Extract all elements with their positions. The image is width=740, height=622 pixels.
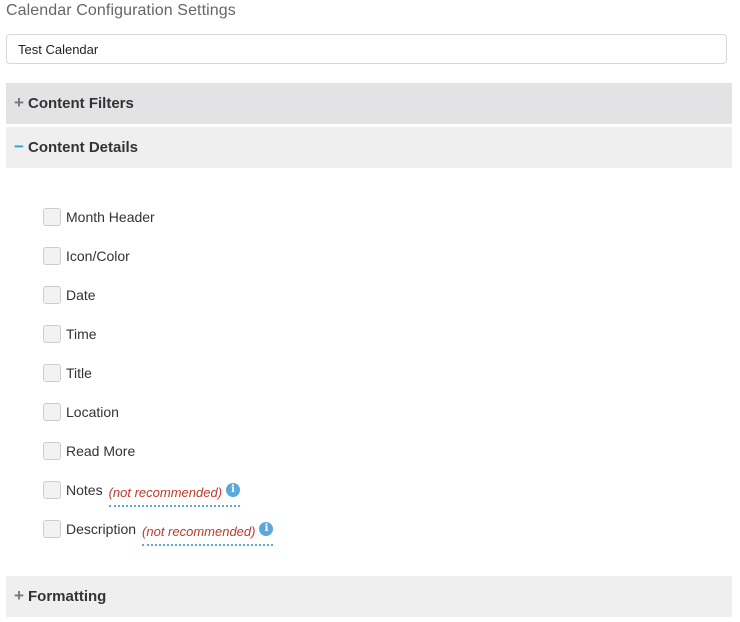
option-label: Date xyxy=(66,287,96,303)
title-checkbox[interactable] xyxy=(43,364,61,382)
icon-color-checkbox[interactable] xyxy=(43,247,61,265)
option-label: Read More xyxy=(66,443,136,459)
option-month-header: Month Header xyxy=(43,207,155,227)
section-content-filters-label: Content Filters xyxy=(28,95,134,112)
section-content-details-label: Content Details xyxy=(28,139,139,156)
plus-icon: + xyxy=(14,586,24,605)
option-description: Description (not recommended) i xyxy=(43,519,274,546)
location-checkbox[interactable] xyxy=(43,403,61,421)
month-header-checkbox[interactable] xyxy=(43,208,61,226)
not-recommended-hint[interactable]: (not recommended) i xyxy=(108,482,241,507)
option-time: Time xyxy=(43,324,97,344)
option-title: Title xyxy=(43,363,92,383)
option-read-more: Read More xyxy=(43,441,135,461)
calendar-name-input[interactable] xyxy=(6,34,727,64)
option-label: Icon/Color xyxy=(66,248,130,264)
minus-icon: − xyxy=(14,137,24,156)
option-label: Title xyxy=(66,365,92,381)
option-label: Time xyxy=(66,326,97,342)
description-checkbox[interactable] xyxy=(43,520,61,538)
section-content-details[interactable]: − Content Details xyxy=(6,127,732,168)
not-recommended-text: (not recommended) xyxy=(108,485,223,500)
time-checkbox[interactable] xyxy=(43,325,61,343)
section-formatting[interactable]: + Formatting xyxy=(6,576,732,617)
section-formatting-label: Formatting xyxy=(28,588,107,605)
info-icon[interactable]: i xyxy=(226,482,241,497)
plus-icon: + xyxy=(14,93,24,112)
not-recommended-hint[interactable]: (not recommended) i xyxy=(142,521,274,546)
date-checkbox[interactable] xyxy=(43,286,61,304)
read-more-checkbox[interactable] xyxy=(43,442,61,460)
option-label: Notes xyxy=(66,482,103,498)
page-title: Calendar Configuration Settings xyxy=(6,2,236,19)
option-label: Month Header xyxy=(66,209,155,225)
notes-checkbox[interactable] xyxy=(43,481,61,499)
option-date: Date xyxy=(43,285,96,305)
option-location: Location xyxy=(43,402,119,422)
option-label: Location xyxy=(66,404,119,420)
not-recommended-text: (not recommended) xyxy=(142,524,256,539)
option-label: Description xyxy=(66,521,137,537)
info-icon[interactable]: i xyxy=(259,521,274,536)
section-content-filters[interactable]: + Content Filters xyxy=(6,83,732,124)
option-notes: Notes (not recommended) i xyxy=(43,480,241,507)
option-icon-color: Icon/Color xyxy=(43,246,130,266)
